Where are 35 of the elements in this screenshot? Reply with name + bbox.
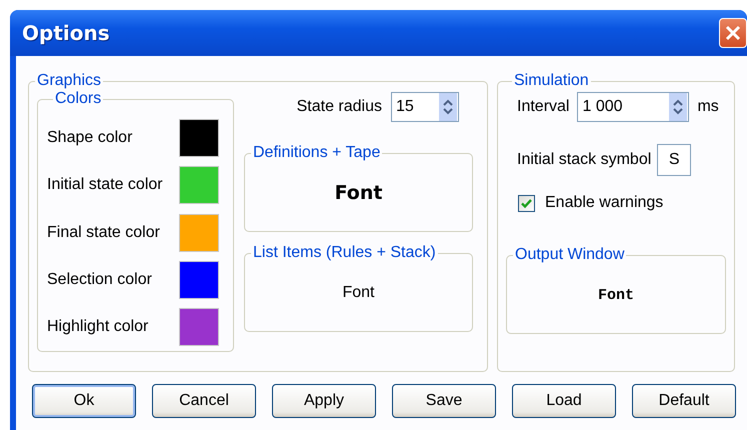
group-title: Output Window bbox=[514, 246, 626, 264]
group-title: Simulation bbox=[513, 72, 590, 90]
group-title: Graphics bbox=[36, 72, 102, 90]
color-label: Initial state color bbox=[47, 176, 163, 194]
dialog-button[interactable]: Default bbox=[632, 384, 736, 418]
dialog-button[interactable]: Cancel bbox=[152, 384, 256, 418]
font-preview[interactable]: Font bbox=[598, 286, 634, 304]
font-preview[interactable]: Font bbox=[334, 182, 382, 204]
color-swatch[interactable] bbox=[179, 166, 219, 204]
state-radius-label: State radius bbox=[296, 98, 382, 116]
font-preview[interactable]: Font bbox=[342, 284, 374, 302]
dialog-button[interactable]: Apply bbox=[272, 384, 376, 418]
color-label: Selection color bbox=[47, 270, 152, 289]
close-button[interactable] bbox=[719, 18, 747, 48]
color-swatch[interactable] bbox=[179, 118, 219, 157]
checkbox[interactable] bbox=[518, 194, 535, 212]
dialog-button[interactable]: Ok bbox=[32, 384, 136, 418]
color-label: Final state color bbox=[47, 224, 160, 242]
color-swatch[interactable] bbox=[179, 308, 219, 346]
color-swatch[interactable] bbox=[179, 214, 219, 252]
dialog-button[interactable]: Save bbox=[392, 384, 496, 418]
color-label: Shape color bbox=[47, 128, 132, 147]
close-icon bbox=[724, 24, 742, 42]
group-title: Colors bbox=[54, 90, 102, 108]
interval-label: Interval bbox=[517, 98, 570, 116]
color-label: Highlight color bbox=[47, 318, 148, 336]
unit-label: ms bbox=[697, 98, 719, 116]
stack-symbol-label: Initial stack symbol bbox=[517, 151, 652, 169]
stack-symbol-field[interactable]: S bbox=[657, 144, 692, 176]
window-title: Options bbox=[22, 21, 110, 45]
checkbox-label: Enable warnings bbox=[545, 194, 664, 212]
group-title: List Items (Rules + Stack) bbox=[252, 244, 437, 262]
dialog-button[interactable]: Load bbox=[512, 384, 616, 418]
group-title: Definitions + Tape bbox=[252, 144, 382, 162]
color-swatch[interactable] bbox=[179, 260, 219, 299]
